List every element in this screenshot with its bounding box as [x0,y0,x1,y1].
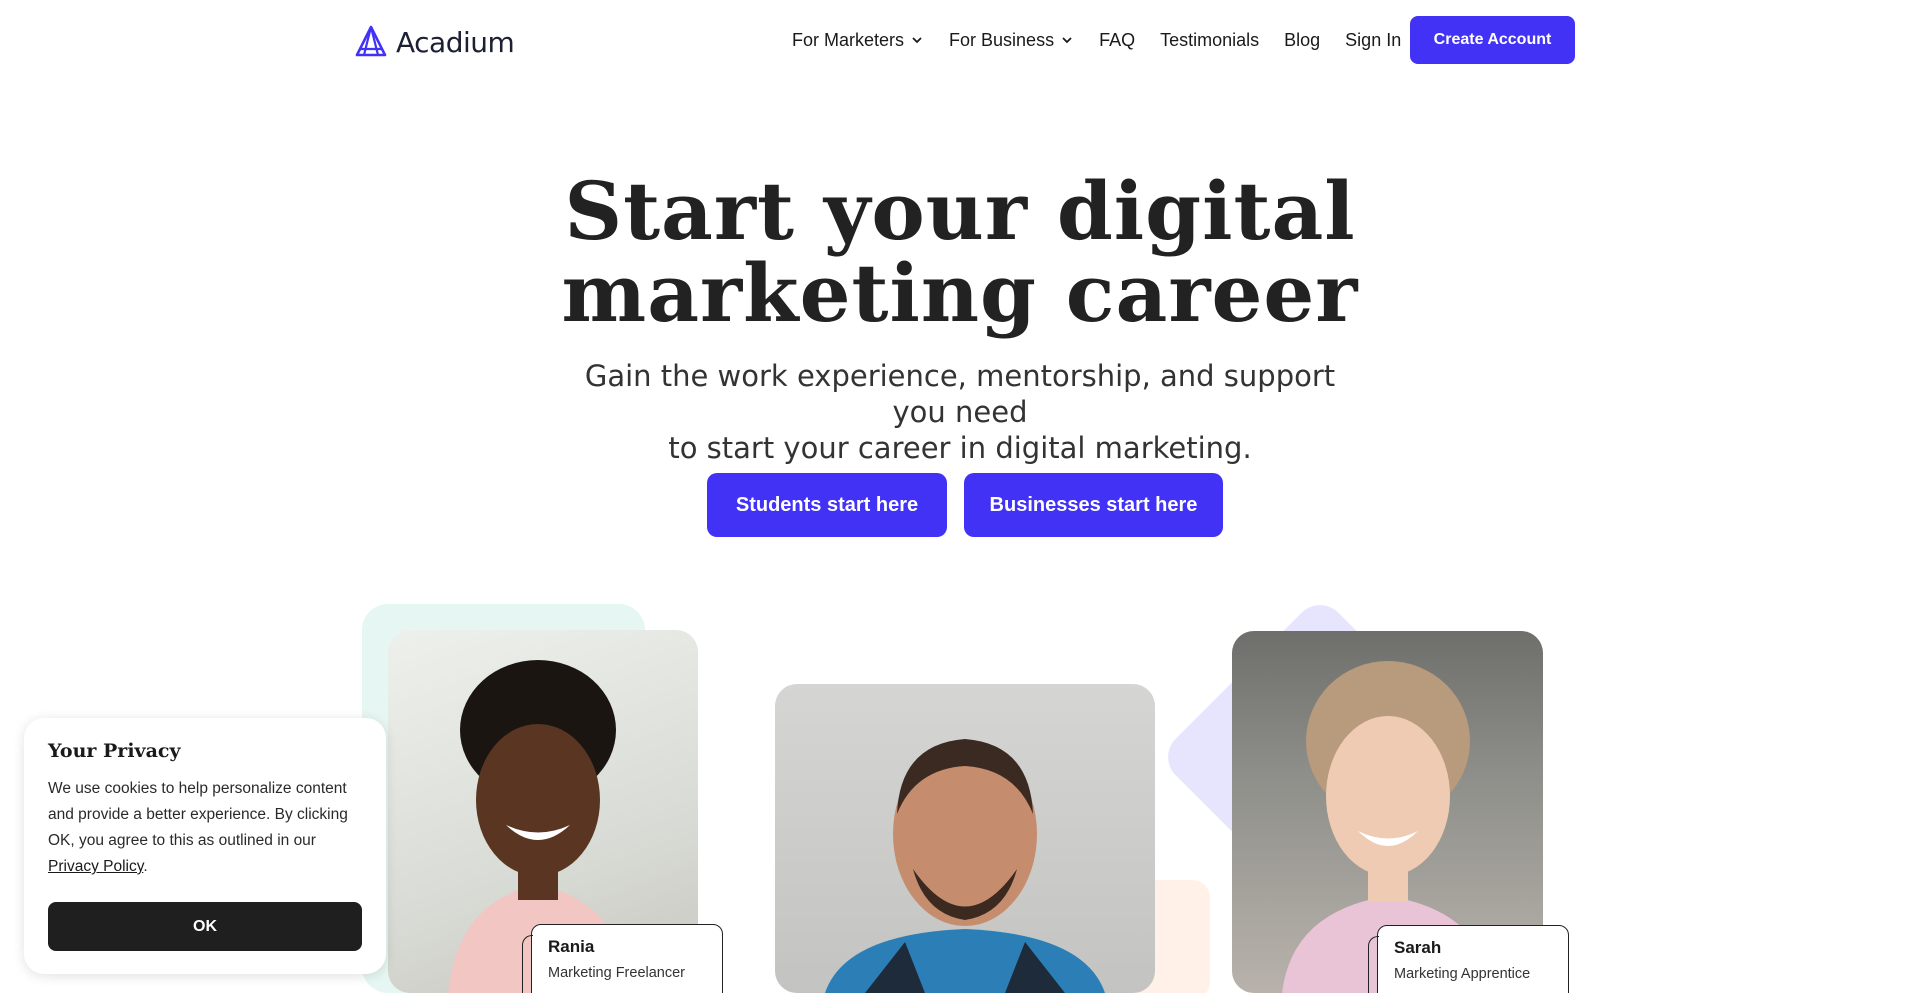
nav-for-marketers[interactable]: For Marketers [792,30,924,51]
hero-title: Start your digital marketing career [560,170,1360,334]
hero-subtitle-line-2: to start your career in digital marketin… [668,431,1252,465]
nav-testimonials[interactable]: Testimonials [1160,30,1259,51]
chevron-down-icon [912,37,922,44]
profile-name: Sarah [1394,938,1442,957]
cookie-ok-button[interactable]: OK [48,902,362,951]
hero-title-line-2: marketing career [561,246,1359,340]
cookie-body-text: We use cookies to help personalize conte… [48,780,348,849]
chevron-down-icon [1062,37,1072,44]
nav-blog[interactable]: Blog [1284,30,1320,51]
nav-for-marketers-label: For Marketers [792,29,905,50]
profile-name: Rania [548,937,595,956]
businesses-start-button[interactable]: Businesses start here [964,473,1223,537]
hero-title-line-1: Start your digital [564,164,1356,258]
hero-subtitle: Gain the work experience, mentorship, an… [560,358,1360,466]
logo-link[interactable]: Acadium [354,24,515,60]
logo-text: Acadium [396,25,515,59]
hero-subtitle-line-1: Gain the work experience, mentorship, an… [584,359,1336,429]
profile-photo-man [775,684,1155,993]
cookie-consent-panel: Your Privacy We use cookies to help pers… [24,718,386,974]
profile-role: Marketing Freelancer [548,965,685,981]
acadium-logo-icon [355,25,387,57]
nav-sign-in[interactable]: Sign In [1345,30,1401,51]
privacy-policy-link[interactable]: Privacy Policy [48,858,143,875]
person-illustration [825,739,1105,993]
nav-faq[interactable]: FAQ [1099,30,1135,51]
profile-role: Marketing Apprentice [1394,966,1531,982]
nav-for-business-label: For Business [949,29,1055,50]
cookie-body: We use cookies to help personalize conte… [48,776,362,880]
students-start-button[interactable]: Students start here [707,473,947,537]
site-header: Acadium For Marketers For Business FAQ T… [0,0,1920,80]
cookie-body-suffix: . [143,858,148,875]
create-account-button[interactable]: Create Account [1410,16,1575,64]
main-nav: For Marketers For Business FAQ Testimoni… [792,16,1426,64]
profile-card-sarah: Sarah Marketing Apprentice [1368,925,1569,993]
profile-card-rania: Rania Marketing Freelancer [522,924,723,993]
nav-for-business[interactable]: For Business [949,30,1074,51]
cookie-title: Your Privacy [48,740,181,762]
